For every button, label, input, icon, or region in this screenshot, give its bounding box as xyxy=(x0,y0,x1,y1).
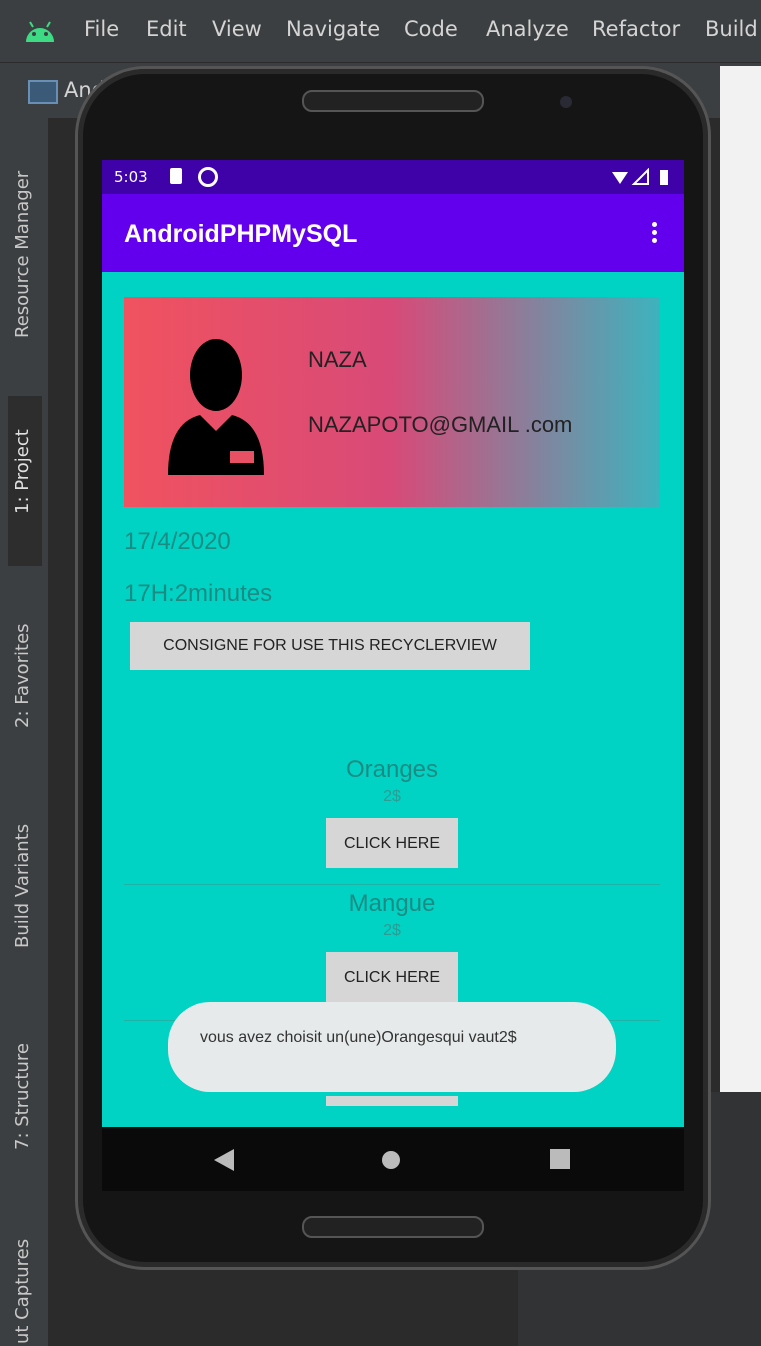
recents-icon[interactable] xyxy=(550,1149,570,1169)
tool-window-strip: Resource Manager 1: Project 2: Favorites… xyxy=(0,118,48,1346)
time-text: 17H:2minutes xyxy=(124,580,273,607)
menu-edit[interactable]: Edit xyxy=(146,17,187,41)
consigne-button[interactable]: CONSIGNE FOR USE THIS RECYCLERVIEW xyxy=(130,622,530,670)
tab-favorites-label: 2: Favorites xyxy=(12,623,33,728)
tab-project-label: 1: Project xyxy=(12,429,33,514)
item-name: Mangue xyxy=(348,890,436,917)
item-price: 2$ xyxy=(383,788,401,805)
toast-message: vous avez choisit un(une)Orangesqui vaut… xyxy=(168,1002,616,1092)
tab-structure-label: 7: Structure xyxy=(12,1043,33,1150)
click-here-button[interactable]: CLICK HERE xyxy=(326,818,458,868)
menu-refactor[interactable]: Refactor xyxy=(592,17,680,41)
list-item: Mangue 2$ CLICK HERE xyxy=(124,890,660,1002)
tab-resource-manager[interactable]: Resource Manager xyxy=(8,138,42,398)
tab-layout-captures-label: ut Captures xyxy=(12,1238,33,1344)
tab-favorites[interactable]: 2: Favorites xyxy=(8,606,42,766)
overflow-menu-icon[interactable] xyxy=(652,222,658,246)
date-text: 17/4/2020 xyxy=(124,528,231,555)
window-icon xyxy=(28,80,58,104)
profile-name: NAZA xyxy=(308,347,367,372)
profile-email: NAZAPOTO@GMAIL .com xyxy=(308,412,573,437)
status-bar: 5:03 xyxy=(102,160,684,194)
app-title: AndroidPHPMySQL xyxy=(124,220,358,248)
status-time: 5:03 xyxy=(114,168,148,186)
menu-view[interactable]: View xyxy=(212,17,262,41)
bottom-speaker xyxy=(302,1216,484,1238)
top-speaker xyxy=(302,90,484,112)
tab-build-variants-label: Build Variants xyxy=(12,823,33,948)
tab-layout-captures[interactable]: ut Captures xyxy=(8,1228,42,1346)
menu-build[interactable]: Build xyxy=(705,17,758,41)
sync-icon xyxy=(198,167,218,187)
app-bar: AndroidPHPMySQL xyxy=(102,194,684,272)
tab-project[interactable]: 1: Project xyxy=(8,396,42,566)
menu-file[interactable]: File xyxy=(84,17,119,41)
home-icon[interactable] xyxy=(382,1151,400,1169)
item-price: 2$ xyxy=(383,922,401,939)
tab-build-variants[interactable]: Build Variants xyxy=(8,798,42,978)
emulator-screen: 5:03 AndroidPHPMySQL NAZA NAZAPOTO@GMAIL… xyxy=(102,160,684,1127)
click-here-button[interactable]: CLICK HERE xyxy=(326,952,458,1002)
sd-card-icon xyxy=(170,168,182,184)
profile-card: NAZA NAZAPOTO@GMAIL .com xyxy=(124,297,660,507)
android-studio-icon xyxy=(26,21,54,42)
menu-analyze[interactable]: Analyze xyxy=(486,17,569,41)
list-item: Oranges 2$ CLICK HERE xyxy=(124,756,660,868)
layout-preview-panel xyxy=(720,66,761,1092)
android-nav-bar xyxy=(102,1127,684,1191)
ide-menubar: File Edit View Navigate Code Analyze Ref… xyxy=(0,0,761,62)
partial-button[interactable] xyxy=(326,1096,458,1106)
front-camera xyxy=(560,96,572,108)
menu-navigate[interactable]: Navigate xyxy=(286,17,380,41)
list-divider xyxy=(124,884,660,885)
signal-battery-icons xyxy=(612,168,668,185)
item-name: Oranges xyxy=(345,756,439,783)
menu-code[interactable]: Code xyxy=(404,17,458,41)
user-avatar-icon xyxy=(168,339,264,475)
toast-text: vous avez choisit un(une)Orangesqui vaut… xyxy=(200,1029,517,1046)
back-icon[interactable] xyxy=(214,1149,234,1171)
tab-resource-manager-label: Resource Manager xyxy=(12,170,33,338)
tab-structure[interactable]: 7: Structure xyxy=(8,1018,42,1178)
